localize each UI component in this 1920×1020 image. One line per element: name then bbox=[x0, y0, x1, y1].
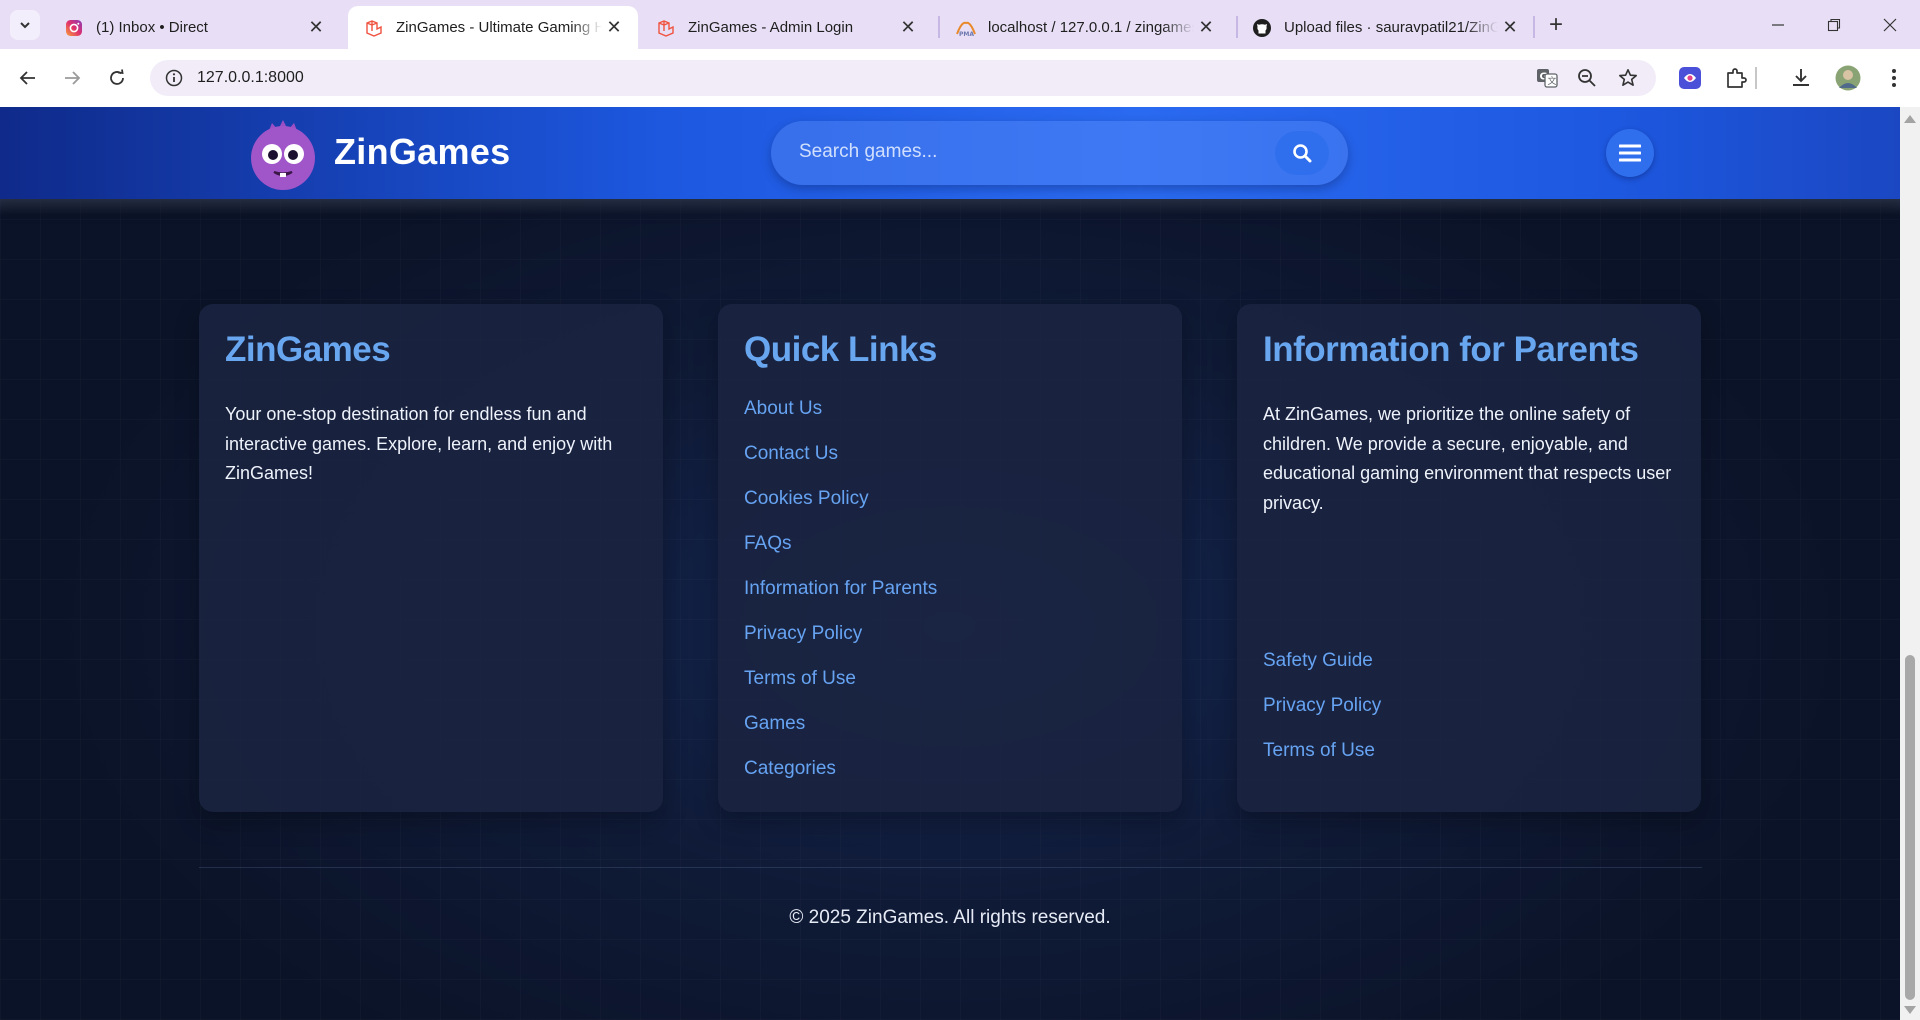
link-privacy-policy[interactable]: Privacy Policy bbox=[744, 623, 937, 668]
phpmyadmin-icon: PMA bbox=[956, 18, 976, 38]
browser-menu-icon[interactable] bbox=[1880, 64, 1908, 92]
quick-links-title: Quick Links bbox=[744, 330, 937, 369]
browser-toolbar: 127.0.0.1:8000 G文 bbox=[0, 49, 1920, 107]
page-viewport: ZinGames ZinGames Your one-stop destinat… bbox=[0, 107, 1900, 1020]
reload-icon bbox=[110, 69, 124, 85]
reload-button[interactable] bbox=[101, 62, 133, 94]
tab-title: localhost / 127.0.0.1 / zingames bbox=[988, 19, 1194, 36]
tab-github[interactable]: Upload files · sauravpatil21/ZinGames ✕ bbox=[1236, 6, 1534, 49]
header-shadow bbox=[0, 199, 1900, 215]
scroll-down-arrow-icon[interactable] bbox=[1904, 1006, 1916, 1014]
browser-tab-bar: (1) Inbox • Direct ✕ ZinGames - Ultimate… bbox=[0, 0, 1920, 49]
about-title: ZinGames bbox=[225, 330, 391, 369]
search-box bbox=[771, 121, 1348, 185]
tab-phpmyadmin[interactable]: PMA localhost / 127.0.0.1 / zingames ✕ bbox=[940, 6, 1230, 49]
quick-links-list: About Us Contact Us Cookies Policy FAQs … bbox=[744, 398, 937, 803]
link-safety-guide[interactable]: Safety Guide bbox=[1263, 650, 1381, 695]
link-faqs[interactable]: FAQs bbox=[744, 533, 937, 578]
minimize-button[interactable] bbox=[1750, 0, 1806, 49]
scrollbar-thumb[interactable] bbox=[1905, 655, 1915, 1000]
close-window-button[interactable] bbox=[1862, 0, 1918, 49]
laravel-icon bbox=[656, 18, 676, 38]
page-scrollbar[interactable] bbox=[1900, 107, 1920, 1020]
tab-title: Upload files · sauravpatil21/ZinGames bbox=[1284, 19, 1498, 36]
close-icon[interactable]: ✕ bbox=[1194, 16, 1218, 40]
hamburger-menu-button[interactable] bbox=[1606, 129, 1654, 177]
toolbar-separator bbox=[1755, 67, 1757, 89]
tab-search-button[interactable] bbox=[10, 10, 40, 40]
chevron-down-icon bbox=[20, 22, 30, 29]
search-button[interactable] bbox=[1275, 131, 1329, 175]
new-tab-button[interactable]: + bbox=[1541, 10, 1571, 40]
close-icon[interactable]: ✕ bbox=[602, 16, 626, 40]
parents-links-list: Safety Guide Privacy Policy Terms of Use bbox=[1263, 650, 1381, 785]
tab-title: ZinGames - Admin Login bbox=[688, 19, 854, 36]
translate-icon[interactable]: G文 bbox=[1535, 66, 1559, 90]
link-terms-of-use[interactable]: Terms of Use bbox=[744, 668, 937, 713]
minimize-icon bbox=[1772, 23, 1784, 26]
site-header: ZinGames bbox=[0, 107, 1900, 199]
download-icon[interactable] bbox=[1787, 64, 1815, 92]
site-logo-text[interactable]: ZinGames bbox=[334, 131, 510, 173]
restore-button[interactable] bbox=[1806, 0, 1862, 49]
link-contact-us[interactable]: Contact Us bbox=[744, 443, 937, 488]
search-icon bbox=[1293, 144, 1312, 163]
tab-admin-login[interactable]: ZinGames - Admin Login ✕ bbox=[640, 6, 932, 49]
link-cookies-policy[interactable]: Cookies Policy bbox=[744, 488, 937, 533]
svg-text:PMA: PMA bbox=[959, 31, 974, 37]
close-icon[interactable]: ✕ bbox=[1498, 16, 1522, 40]
profile-avatar[interactable] bbox=[1834, 64, 1862, 92]
url-text: 127.0.0.1:8000 bbox=[197, 69, 304, 86]
plus-icon: + bbox=[1548, 11, 1563, 38]
close-icon[interactable]: ✕ bbox=[304, 16, 328, 40]
forward-button[interactable] bbox=[56, 62, 88, 94]
mascot-logo-icon[interactable] bbox=[246, 117, 320, 191]
link-about-us[interactable]: About Us bbox=[744, 398, 937, 443]
copyright-text: © 2025 ZinGames. All rights reserved. bbox=[789, 907, 1111, 928]
link-categories[interactable]: Categories bbox=[744, 758, 937, 803]
close-icon bbox=[1883, 18, 1897, 31]
laravel-icon bbox=[364, 18, 384, 38]
link-games[interactable]: Games bbox=[744, 713, 937, 758]
bookmark-star-icon[interactable] bbox=[1616, 66, 1640, 90]
zoom-icon[interactable] bbox=[1575, 66, 1599, 90]
footer-divider bbox=[199, 867, 1702, 868]
arrow-left-icon bbox=[19, 71, 35, 85]
close-icon[interactable]: ✕ bbox=[896, 16, 920, 40]
link-terms-of-use[interactable]: Terms of Use bbox=[1263, 740, 1381, 785]
about-text: Your one-stop destination for endless fu… bbox=[225, 404, 613, 483]
github-icon bbox=[1252, 18, 1272, 38]
parents-text: At ZinGames, we prioritize the online sa… bbox=[1263, 404, 1672, 513]
link-privacy-policy[interactable]: Privacy Policy bbox=[1263, 695, 1381, 740]
link-information-for-parents[interactable]: Information for Parents bbox=[744, 578, 937, 623]
site-info-icon[interactable] bbox=[162, 66, 186, 90]
scroll-up-arrow-icon[interactable] bbox=[1904, 115, 1916, 123]
tab-zingames-active[interactable]: ZinGames - Ultimate Gaming Hub ✕ bbox=[348, 6, 638, 49]
restore-icon bbox=[1827, 18, 1841, 31]
arrow-right-icon bbox=[65, 71, 81, 85]
tab-title: ZinGames - Ultimate Gaming Hub bbox=[396, 19, 602, 36]
search-input[interactable] bbox=[799, 141, 1259, 163]
hamburger-icon bbox=[1619, 144, 1641, 162]
tab-title: (1) Inbox • Direct bbox=[96, 19, 208, 36]
instagram-icon bbox=[64, 18, 84, 38]
svg-text:文: 文 bbox=[1548, 75, 1557, 87]
back-button[interactable] bbox=[12, 62, 44, 94]
tab-instagram[interactable]: (1) Inbox • Direct ✕ bbox=[48, 6, 340, 49]
address-bar[interactable]: 127.0.0.1:8000 G文 bbox=[150, 60, 1656, 96]
footer-about-card: ZinGames Your one-stop destination for e… bbox=[199, 304, 663, 812]
extension-app-icon[interactable] bbox=[1676, 64, 1704, 92]
footer-parents-card: Information for Parents At ZinGames, we … bbox=[1237, 304, 1701, 812]
tab-separator bbox=[1533, 16, 1535, 38]
extensions-puzzle-icon[interactable] bbox=[1722, 64, 1750, 92]
footer-quick-links-card: Quick Links About Us Contact Us Cookies … bbox=[718, 304, 1182, 812]
parents-title: Information for Parents bbox=[1263, 330, 1639, 369]
